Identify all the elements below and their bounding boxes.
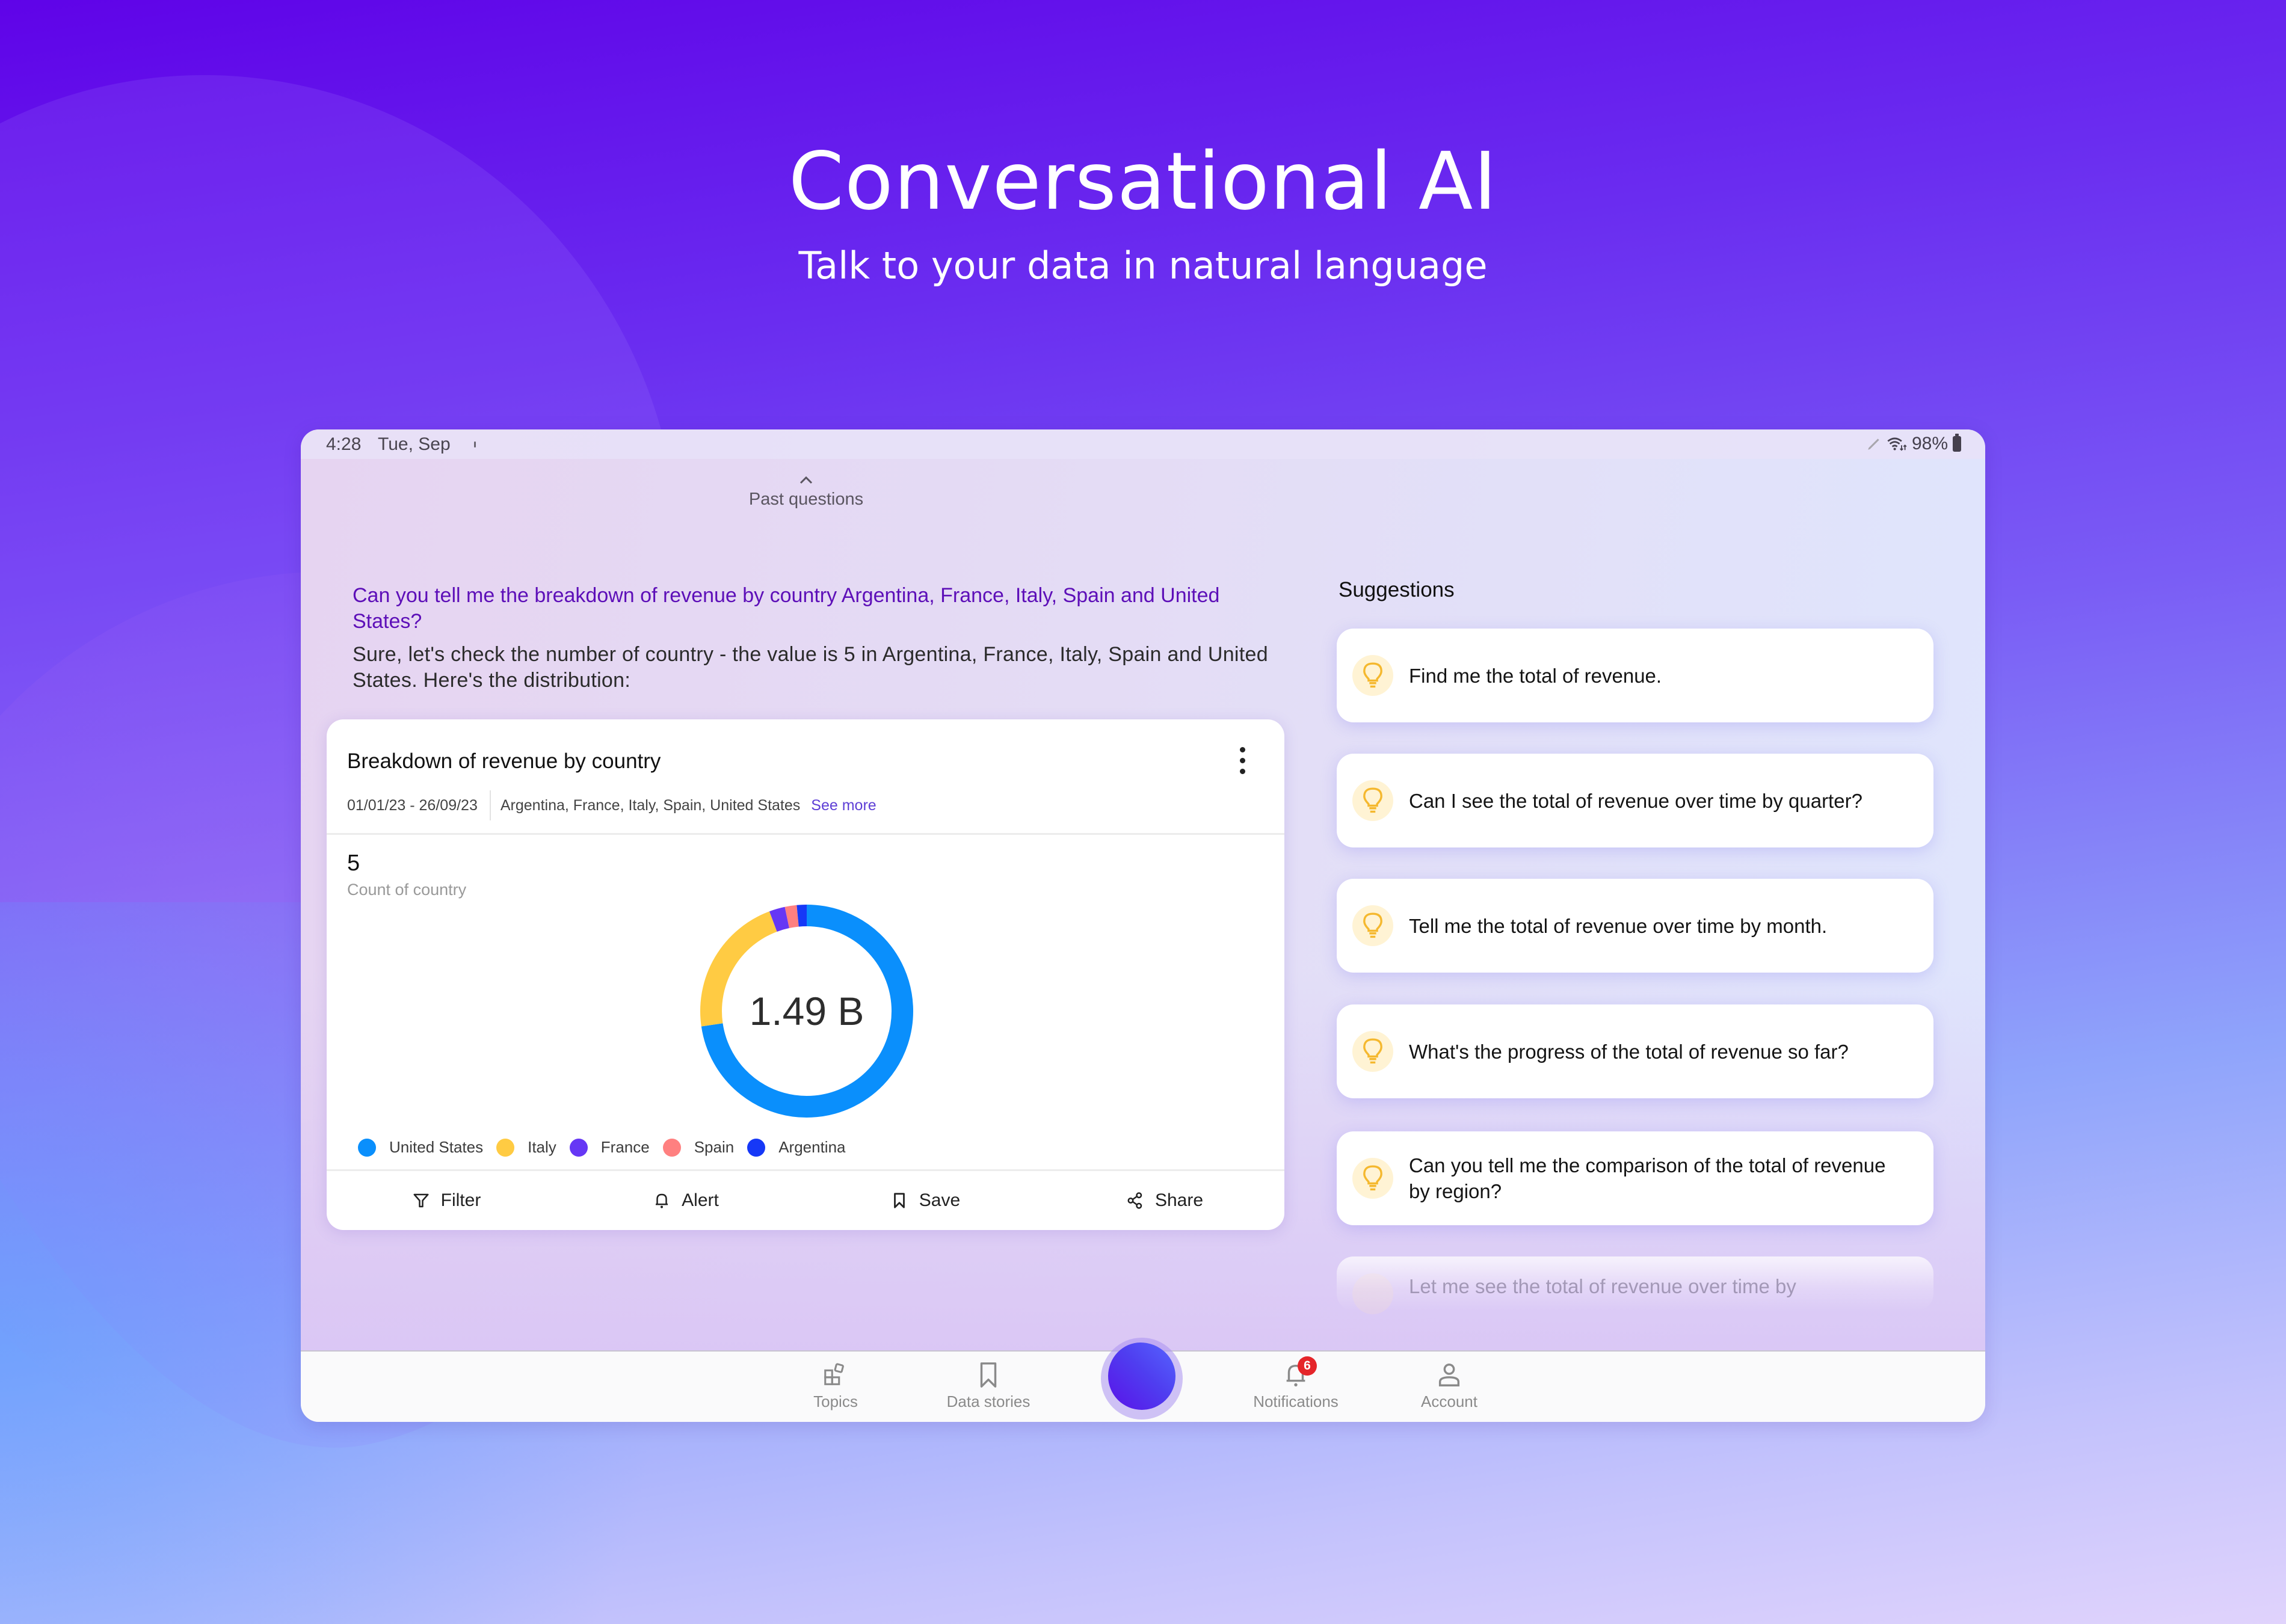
tablet-screen: 4:28 Tue, Sep 98% Past questions Can you…	[301, 429, 1985, 1422]
chart-legend: United States Italy France Spain Argentina	[358, 1138, 859, 1157]
share-button[interactable]: Share	[1045, 1171, 1284, 1230]
country-filter-summary: Argentina, France, Italy, Spain, United …	[500, 796, 801, 814]
date-range: 01/01/23 - 26/09/23	[347, 796, 478, 814]
nav-label: Account	[1421, 1392, 1477, 1410]
suggestion-text: What's the progress of the total of reve…	[1409, 1040, 1849, 1063]
card-title: Breakdown of revenue by country	[347, 749, 661, 773]
battery-percent: 98%	[1911, 434, 1948, 454]
share-icon	[1127, 1192, 1142, 1209]
status-date: Tue, Sep	[378, 434, 451, 454]
notification-badge: 6	[1298, 1356, 1317, 1376]
share-label: Share	[1154, 1190, 1204, 1210]
more-options-icon[interactable]	[1237, 747, 1247, 776]
suggestion-text: Tell me the total of revenue over time b…	[1409, 914, 1828, 937]
donut-chart: 1.49 B	[695, 900, 918, 1122]
nav-label: Data stories	[946, 1392, 1031, 1410]
suggestion-card[interactable]: Tell me the total of revenue over time b…	[1337, 879, 1933, 973]
suggestion-card[interactable]: What's the progress of the total of reve…	[1337, 1004, 1933, 1098]
past-questions-label: Past questions	[748, 490, 864, 509]
suggestion-card[interactable]: Let me see the total of revenue over tim…	[1337, 1256, 1933, 1314]
suggestion-text: Let me see the total of revenue over tim…	[1409, 1275, 1796, 1297]
alert-label: Alert	[682, 1190, 719, 1210]
nav-account[interactable]: Account	[1383, 1361, 1515, 1411]
legend-label: Argentina	[778, 1138, 846, 1156]
meta-separator	[489, 790, 491, 820]
legend-item[interactable]: Argentina	[747, 1138, 846, 1157]
kpi-value: 5	[347, 850, 360, 876]
pen-icon	[1868, 438, 1879, 450]
battery-icon	[1953, 434, 1961, 452]
bookmark-icon	[980, 1362, 997, 1388]
assistant-answer: Sure, let's check the number of country …	[353, 643, 1268, 692]
donut-center-value: 1.49 B	[749, 989, 864, 1033]
suggestion-card[interactable]: Can I see the total of revenue over time…	[1337, 754, 1933, 847]
lightbulb-icon	[1352, 780, 1393, 821]
kpi-label: Count of country	[347, 881, 467, 899]
ai-assistant-button[interactable]	[1101, 1338, 1183, 1419]
lightbulb-icon	[1352, 1158, 1393, 1199]
legend-label: United States	[389, 1138, 484, 1156]
bookmark-icon	[893, 1193, 905, 1208]
chart-card: Breakdown of revenue by country 01/01/23…	[327, 719, 1284, 1230]
legend-item[interactable]: United States	[358, 1138, 483, 1157]
topics-icon	[824, 1363, 844, 1385]
legend-color-dot	[747, 1138, 766, 1157]
suggestion-card[interactable]: Can you tell me the comparison of the to…	[1337, 1131, 1933, 1225]
suggestion-card[interactable]: Find me the total of revenue.	[1337, 629, 1933, 722]
status-icons: 98%	[1866, 434, 1961, 454]
lightbulb-icon	[1352, 1031, 1393, 1072]
account-icon	[1438, 1364, 1460, 1386]
see-more-link[interactable]: See more	[811, 797, 876, 814]
divider	[327, 833, 1284, 835]
past-questions-button[interactable]: Past questions	[746, 474, 866, 509]
nav-data-stories[interactable]: Data stories	[922, 1361, 1055, 1411]
legend-label: Spain	[694, 1138, 735, 1156]
suggestion-text: Can you tell me the comparison of the to…	[1409, 1154, 1886, 1202]
suggestion-text: Find me the total of revenue.	[1409, 664, 1662, 687]
filter-icon	[413, 1193, 429, 1208]
nav-label: Topics	[813, 1392, 858, 1410]
legend-label: Italy	[528, 1138, 556, 1156]
lightbulb-icon	[1352, 655, 1393, 696]
suggestions-title: Suggestions	[1339, 578, 1455, 601]
save-button[interactable]: Save	[806, 1171, 1045, 1230]
alert-button[interactable]: Alert	[566, 1171, 806, 1230]
hero-title: Conversational AI	[788, 135, 1498, 228]
ai-orb-icon	[1108, 1343, 1175, 1410]
wifi-icon	[1887, 437, 1907, 451]
status-bar: 4:28 Tue, Sep 98%	[301, 429, 1985, 459]
bell-icon	[656, 1193, 668, 1208]
nav-notifications[interactable]: 6 Notifications	[1230, 1356, 1362, 1411]
lightbulb-icon	[1352, 1273, 1393, 1314]
suggestion-text: Can I see the total of revenue over time…	[1409, 789, 1862, 812]
lightbulb-icon	[1352, 905, 1393, 946]
chevron-up-icon	[799, 476, 813, 484]
legend-color-dot	[358, 1138, 376, 1157]
nav-topics[interactable]: Topics	[769, 1361, 902, 1411]
legend-item[interactable]: Italy	[496, 1138, 556, 1157]
filter-label: Filter	[440, 1190, 481, 1210]
card-meta: 01/01/23 - 26/09/23 Argentina, France, I…	[347, 790, 877, 820]
nav-label: Notifications	[1253, 1392, 1339, 1410]
hero-subtitle: Talk to your data in natural language	[798, 244, 1488, 288]
user-question: Can you tell me the breakdown of revenue…	[353, 584, 1220, 633]
legend-item[interactable]: France	[569, 1138, 650, 1157]
card-actions: Filter Alert Save Share	[327, 1171, 1284, 1230]
filter-button[interactable]: Filter	[327, 1171, 566, 1230]
legend-color-dot	[569, 1138, 588, 1157]
legend-color-dot	[662, 1138, 681, 1157]
legend-color-dot	[496, 1138, 515, 1157]
status-time: 4:28	[326, 434, 362, 454]
legend-label: France	[600, 1138, 650, 1156]
legend-item[interactable]: Spain	[662, 1138, 735, 1157]
save-label: Save	[919, 1190, 961, 1210]
notification-dot-icon	[474, 441, 476, 448]
